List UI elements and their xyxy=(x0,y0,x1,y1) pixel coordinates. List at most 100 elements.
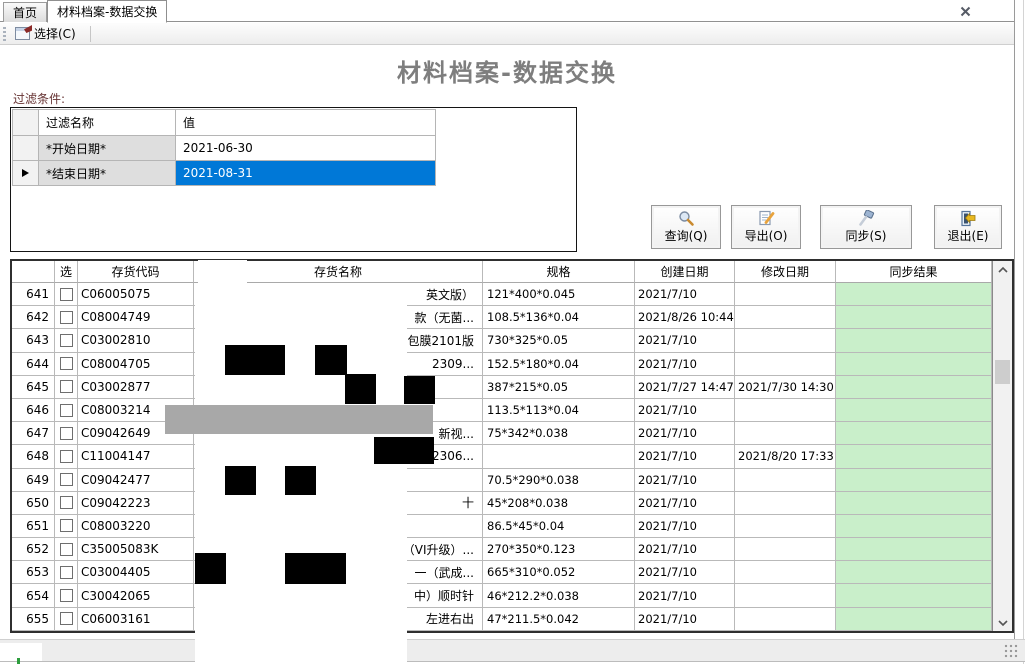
table-row[interactable]: 645C03002877387*215*0.052021/7/27 14:472… xyxy=(12,376,1012,399)
table-row[interactable]: 641C06005075英文版）121*400*0.0452021/7/10 xyxy=(12,283,1012,306)
tab-material-exchange[interactable]: 材料档案-数据交换 xyxy=(47,0,167,23)
spec: 75*342*0.038 xyxy=(483,422,635,445)
col-header-syncresult: 同步结果 xyxy=(836,261,992,283)
row-select-cell xyxy=(55,492,78,515)
inventory-code: C06005075 xyxy=(78,283,194,306)
redaction-block-black xyxy=(195,553,226,584)
row-number: 651 xyxy=(12,515,55,538)
filter-conditions-label: 过滤条件: xyxy=(13,90,65,107)
spec: 387*215*0.05 xyxy=(483,376,635,399)
close-tab-button[interactable] xyxy=(957,3,973,19)
scroll-up-button[interactable] xyxy=(993,261,1012,278)
table-body: 641C06005075英文版）121*400*0.0452021/7/1064… xyxy=(12,283,1012,631)
inventory-code: C09042223 xyxy=(78,492,194,515)
search-icon xyxy=(677,210,695,227)
row-select-cell xyxy=(55,353,78,376)
filter-value-cell-selected[interactable]: 2021-08-31 xyxy=(175,160,435,185)
row-number: 643 xyxy=(12,329,55,352)
created-date: 2021/7/10 xyxy=(635,283,735,306)
resize-grip[interactable] xyxy=(1004,644,1018,658)
created-date: 2021/7/10 xyxy=(635,584,735,607)
table-row[interactable]: 655C06003161左进右出47*211.5*0.0422021/7/10 xyxy=(12,608,1012,631)
created-date: 2021/7/10 xyxy=(635,561,735,584)
modified-date xyxy=(735,584,836,607)
redaction-block-black xyxy=(404,376,435,404)
toolbar-grip[interactable] xyxy=(3,27,6,41)
spec: 121*400*0.045 xyxy=(483,283,635,306)
spec: 730*325*0.05 xyxy=(483,329,635,352)
scroll-down-button[interactable] xyxy=(993,614,1012,631)
table-row[interactable]: 647C09042649新视...75*342*0.0382021/7/10 xyxy=(12,422,1012,445)
filter-name-cell[interactable]: *开始日期* xyxy=(38,135,175,160)
spec: 108.5*136*0.04 xyxy=(483,306,635,329)
table-header: 选 存货代码 存货名称 规格 创建日期 修改日期 同步结果 xyxy=(12,261,1012,283)
row-number: 653 xyxy=(12,561,55,584)
sync-result xyxy=(836,422,992,445)
modified-date xyxy=(735,469,836,492)
row-checkbox[interactable] xyxy=(60,357,73,370)
row-checkbox[interactable] xyxy=(60,589,73,602)
row-checkbox[interactable] xyxy=(60,496,73,509)
filter-value-cell[interactable]: 2021-06-30 xyxy=(175,135,435,160)
modified-date xyxy=(735,608,836,631)
redaction-block-white xyxy=(198,260,247,285)
table-row[interactable]: 648C110041472306...2021/7/102021/8/20 17… xyxy=(12,445,1012,468)
row-checkbox[interactable] xyxy=(60,612,73,625)
table-row[interactable]: 651C0800322086.5*45*0.042021/7/10 xyxy=(12,515,1012,538)
vertical-scrollbar[interactable] xyxy=(992,261,1012,631)
row-checkbox[interactable] xyxy=(60,311,73,324)
table-row[interactable]: 643C03002810包膜2101版730*325*0.052021/7/10 xyxy=(12,329,1012,352)
inventory-code: C30042065 xyxy=(78,584,194,607)
row-checkbox[interactable] xyxy=(60,380,73,393)
row-select-cell xyxy=(55,283,78,306)
row-select-cell xyxy=(55,538,78,561)
exit-button[interactable]: 退出(E) xyxy=(934,205,1002,249)
created-date: 2021/7/10 xyxy=(635,538,735,561)
filter-row-selector xyxy=(12,135,38,160)
created-date: 2021/7/10 xyxy=(635,608,735,631)
table-row[interactable]: 642C08004749款（无菌...108.5*136*0.042021/8/… xyxy=(12,306,1012,329)
modified-date xyxy=(735,283,836,306)
row-checkbox[interactable] xyxy=(60,566,73,579)
row-number: 655 xyxy=(12,608,55,631)
table-row[interactable]: 649C0904247770.5*290*0.0382021/7/10 xyxy=(12,469,1012,492)
row-number: 648 xyxy=(12,445,55,468)
row-checkbox[interactable] xyxy=(60,404,73,417)
sync-button[interactable]: 同步(S) xyxy=(820,205,912,249)
created-date: 2021/7/10 xyxy=(635,329,735,352)
export-button[interactable]: 导出(O) xyxy=(731,205,801,249)
row-checkbox[interactable] xyxy=(60,473,73,486)
row-number: 647 xyxy=(12,422,55,445)
table-row[interactable]: 652C35005083K（VI升级）...270*350*0.1232021/… xyxy=(12,538,1012,561)
filter-header-selector xyxy=(12,109,38,135)
table-row[interactable]: 646C08003214113.5*113*0.042021/7/10 xyxy=(12,399,1012,422)
row-checkbox[interactable] xyxy=(60,288,73,301)
modified-date: 2021/8/20 17:33 xyxy=(735,445,836,468)
sync-result xyxy=(836,608,992,631)
row-number: 641 xyxy=(12,283,55,306)
row-checkbox[interactable] xyxy=(60,427,73,440)
tab-home[interactable]: 首页 xyxy=(3,2,47,22)
status-bar xyxy=(0,639,1025,661)
table-row[interactable]: 650C09042223十45*208*0.0382021/7/10 xyxy=(12,492,1012,515)
table-row[interactable]: 654C30042065中）顺时针46*212.2*0.0382021/7/10 xyxy=(12,584,1012,607)
row-checkbox[interactable] xyxy=(60,519,73,532)
scrollbar-thumb[interactable] xyxy=(995,360,1010,384)
table-row[interactable]: 644C080047052309...152.5*180*0.042021/7/… xyxy=(12,353,1012,376)
query-button[interactable]: 查询(Q) xyxy=(651,205,721,249)
inventory-code: C03002810 xyxy=(78,329,194,352)
filter-name-cell[interactable]: *结束日期* xyxy=(38,160,175,185)
table-row[interactable]: 653C03004405一（武成...665*310*0.0522021/7/1… xyxy=(12,561,1012,584)
modified-date xyxy=(735,329,836,352)
filter-panel: 过滤名称 值 *开始日期* 2021-06-30 *结束日期* 2021-08-… xyxy=(10,107,577,252)
tab-material-exchange-label: 材料档案-数据交换 xyxy=(57,3,157,20)
select-button[interactable]: 选择(C) xyxy=(9,23,82,44)
panel-right-border xyxy=(1014,0,1015,640)
row-select-cell xyxy=(55,306,78,329)
row-checkbox[interactable] xyxy=(60,543,73,556)
row-checkbox[interactable] xyxy=(60,450,73,463)
col-header-rownum xyxy=(12,261,55,283)
row-checkbox[interactable] xyxy=(60,334,73,347)
created-date: 2021/7/10 xyxy=(635,353,735,376)
current-row-marker-icon xyxy=(22,169,29,177)
